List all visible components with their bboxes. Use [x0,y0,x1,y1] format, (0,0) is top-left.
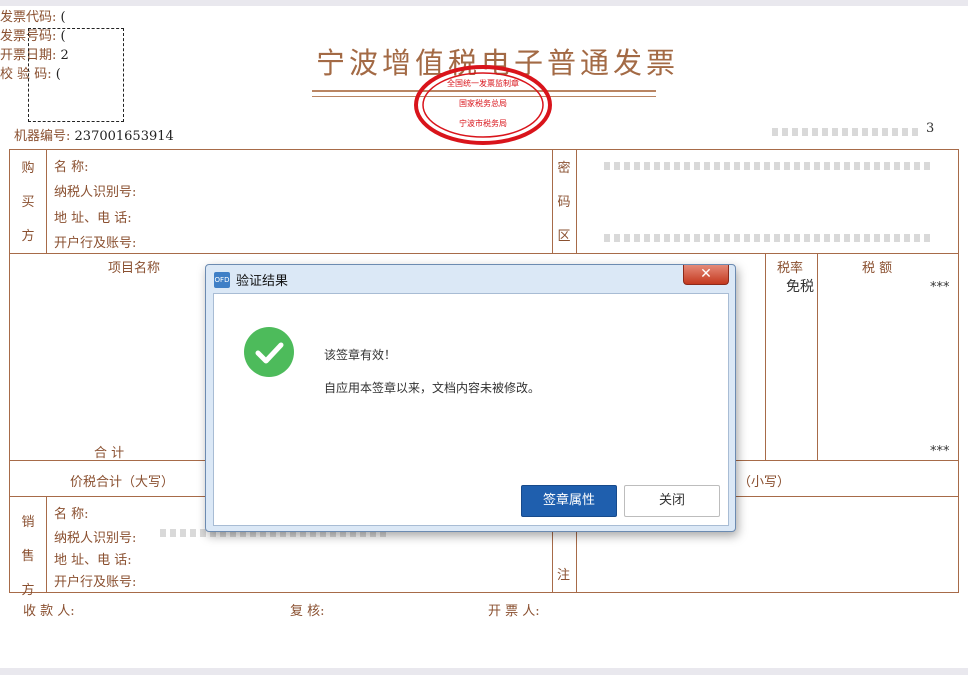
tax-amount-value: *** [930,280,950,295]
signature-properties-button[interactable]: 签章属性 [521,485,617,517]
ofd-app-icon: OFD [214,272,230,288]
buyer-name-label: 名 称: [54,160,89,175]
check-icon [244,327,294,377]
signature-valid-message: 该签章有效！ [324,348,397,362]
tax-rate-header: 税率 [777,261,804,276]
invoice-code-value: ( [60,10,66,25]
item-name-header: 项目名称 [108,261,161,276]
seal-text-mid: 国家税务总局 [459,98,507,108]
check-code-redacted [772,128,922,136]
dialog-title: 验证结果 [236,274,289,289]
seller-bank-label: 开户行及账号: [54,575,137,590]
machine-number-label: 机器编号: [14,129,71,144]
grand-total-label: 价税合计（大写） [70,475,175,490]
remark-side-label: 注 [557,568,571,583]
invoice-code: 发票代码: ( [0,6,968,25]
issuer-label: 开 票 人: [488,604,540,619]
seal-text-top: 全国统一发票监制章 [447,78,519,88]
buyer-tax-id-label: 纳税人识别号: [54,185,137,200]
seal-text-bottom: 宁波市税务局 [459,118,507,128]
close-button[interactable]: 关闭 [624,485,720,517]
qr-code-placeholder [28,28,124,122]
check-code-tail: 3 [926,121,935,136]
seller-side-label: 销售方 [21,515,35,598]
buyer-address-label: 地 址、电 话: [54,211,132,226]
tax-amount-header: 税 额 [862,261,893,276]
seller-tax-id-label: 纳税人识别号: [54,531,137,546]
payee-label: 收 款 人: [23,604,75,619]
invoice-code-label: 发票代码: [0,10,57,25]
seller-name-label: 名 称: [54,507,89,522]
cipher-redacted-2 [604,234,934,242]
buyer-side-label: 购买方 [21,161,35,244]
buyer-bank-label: 开户行及账号: [54,236,137,251]
tax-bureau-seal-icon: 全国统一发票监制章 国家税务总局 宁波市税务局 [414,65,552,145]
close-icon[interactable]: ✕ [683,265,729,285]
subtotal-tax-value: *** [930,444,950,459]
reviewer-label: 复 核: [290,604,325,619]
cipher-side-label: 密码区 [557,161,571,244]
verification-dialog: OFD 验证结果 ✕ 该签章有效！ 自应用本签章以来，文档内容未被修改。 签章属… [205,264,736,532]
grand-total-small-label: （小写） [738,475,791,490]
machine-number: 机器编号: 237001653914 [14,125,174,144]
signature-detail-message: 自应用本签章以来，文档内容未被修改。 [324,381,541,395]
cipher-redacted-1 [604,162,934,170]
machine-number-value: 237001653914 [74,129,174,144]
tax-rate-value: 免税 [786,279,814,295]
seller-address-label: 地 址、电 话: [54,553,132,568]
subtotal-label: 合 计 [94,446,125,461]
dialog-body: 该签章有效！ 自应用本签章以来，文档内容未被修改。 签章属性 关闭 [213,293,729,526]
